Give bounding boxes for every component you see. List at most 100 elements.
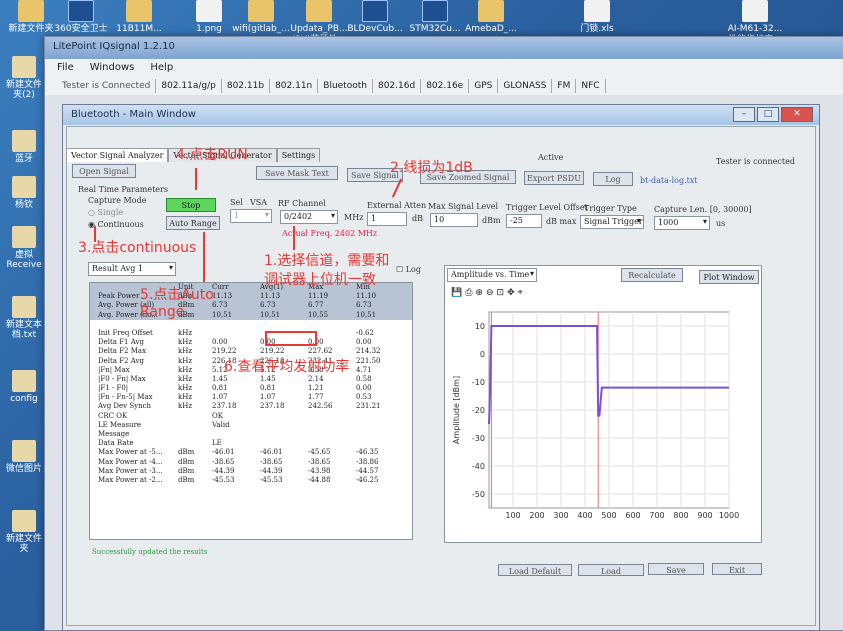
desktop-icon[interactable]: 新建文本档.txt [2,296,46,340]
minimize-icon[interactable]: – [733,107,755,122]
tab-bluetooth[interactable]: Bluetooth [318,79,373,93]
maximize-icon[interactable]: □ [757,107,779,122]
desktop-icon-label: 微信图片 [5,464,42,474]
desktop-icon[interactable]: 新建文件夹 [2,510,46,554]
tab-gps[interactable]: GPS [469,79,499,93]
table-cell: 0.53 [356,393,372,402]
arrow-continuous [94,226,96,242]
zoom-out-icon[interactable]: ⊖ [486,288,494,298]
recalculate-button[interactable]: Recalculate [621,268,683,282]
capture-len-select[interactable]: 1000 [654,216,710,230]
export-psdu-button[interactable]: Export PSDU [524,171,584,185]
desktop-icon[interactable]: 门锁.xls [566,0,628,35]
menu-windows[interactable]: Windows [90,62,135,74]
data-cursor-icon[interactable]: ⌖ [518,288,523,298]
tab-settings[interactable]: Settings [276,148,321,162]
vsa-select[interactable]: 1 [230,209,272,223]
tab-80211b[interactable]: 802.11b [222,79,271,93]
menu-help[interactable]: Help [150,62,173,74]
desktop-icon[interactable]: BLDevCub... [344,0,406,35]
tab-vector-signal-analyzer[interactable]: Vector Signal Analyzer [66,148,169,162]
desktop-icon[interactable]: AmebaD_... [460,0,522,35]
desktop-icon-label: 门锁.xls [580,24,614,34]
annotation-auto-range: 5.点击Auto [140,287,214,303]
desktop-icon[interactable]: 虚拟Receive [2,226,46,270]
table-cell: 1.45 [260,374,276,383]
plot-panel: Amplitude vs. Time Recalculate Plot Wind… [444,265,762,543]
desktop-icon[interactable]: 360安全卫士 [50,0,112,35]
table-cell [178,421,212,430]
desktop-icon[interactable]: 11B11M... [108,0,170,35]
print-icon[interactable]: ⎙ [465,288,472,298]
tab-80211agp[interactable]: 802.11a/g/p [156,79,222,93]
table-cell: -46.25 [356,475,379,484]
desktop-icon[interactable]: config [2,370,46,404]
tab-fm[interactable]: FM [552,79,577,93]
save-icon[interactable]: 💾 [451,288,462,298]
trigger-type-label: Trigger Type [584,204,637,213]
zoom-in-icon[interactable]: ⊕ [475,288,483,298]
tab-nfc[interactable]: NFC [576,79,606,93]
tab-80216d[interactable]: 802.16d [373,79,422,93]
single-radio[interactable]: ○ Single [88,208,123,217]
x-tick-label: 1000 [719,511,739,520]
external-atten-label: External Atten [367,201,427,210]
table-cell [178,439,212,448]
table-cell: Init Freq Offset [98,328,153,337]
desktop-icon[interactable]: 微信图片 [2,440,46,474]
table-row: CRC OK OK [90,412,412,421]
table-cell [212,320,260,329]
log-button[interactable]: Log [593,172,633,186]
plot-type-select[interactable]: Amplitude vs. Time [447,268,537,282]
load-default-button[interactable]: Load Default [498,564,572,576]
zoom-box-icon[interactable]: ⊡ [497,288,505,298]
desktop-icon[interactable]: 新建文件夹(2) [2,56,46,100]
tab-glonass[interactable]: GLONASS [498,79,553,93]
tab-80216e[interactable]: 802.16e [421,79,470,93]
active-label: Active [538,153,564,162]
table-cell: 11.13 [260,292,281,301]
table-cell: 219.22 [212,347,237,356]
table-cell [178,430,212,439]
trigger-level-input[interactable]: -25 [506,214,542,228]
result-avg-select[interactable]: Result Avg 1 [88,262,176,276]
y-axis-label: Amplitude [dBm] [452,376,461,444]
table-cell: 231.21 [356,402,381,411]
table-cell [308,412,356,421]
table-cell: -38.86 [356,457,379,466]
close-icon[interactable]: ✕ [781,107,813,122]
exit-button[interactable]: Exit [712,563,762,575]
capture-len-label: Capture Len. [0, 30000] [654,205,752,214]
menu-file[interactable]: File [57,62,74,74]
stop-button[interactable]: Stop [166,198,216,212]
open-signal-button[interactable]: Open Signal [72,164,136,178]
rf-channel-select[interactable]: 0/2402 [280,210,338,224]
max-signal-input[interactable]: 10 [430,213,478,227]
amplitude-chart[interactable]: 100 200 300 400 500 600 700 800 900 1000100-10-20… [445,302,761,542]
desktop-icon[interactable]: wifi(gitlab_... [230,0,292,35]
save-mask-button[interactable]: Save Mask Text [256,166,338,180]
arrow-auto-range [203,232,205,282]
table-cell: LE [212,439,222,448]
load-button[interactable]: Load [578,564,644,576]
app-icon [362,0,388,22]
folder-icon [12,130,36,152]
y-tick-label: -40 [472,462,485,471]
bt-window-title: Bluetooth - Main Window [71,109,196,120]
log-checkbox[interactable]: ☐ Log [396,265,421,274]
table-cell: 0.00 [356,384,372,393]
annotation-avg-power: 6.查看平均发射功率 [224,359,350,375]
external-atten-input[interactable]: 1 [367,212,407,226]
save-button[interactable]: Save [648,563,704,575]
trigger-type-select[interactable]: Signal Trigger [580,215,644,229]
desktop-icon[interactable]: 杨钦 [2,176,46,210]
table-cell: 1.77 [308,393,324,402]
pan-icon[interactable]: ✥ [507,288,515,298]
continuous-radio[interactable]: ◉ Continuous [88,220,144,229]
desktop-icon[interactable]: STM32Cu... [404,0,466,35]
y-tick-label: -50 [472,490,485,499]
auto-range-button[interactable]: Auto Range [166,216,220,230]
desktop-icon[interactable]: 蓝牙 [2,130,46,164]
plot-window-button[interactable]: Plot Window [699,270,759,284]
tab-80211n[interactable]: 802.11n [270,79,319,93]
